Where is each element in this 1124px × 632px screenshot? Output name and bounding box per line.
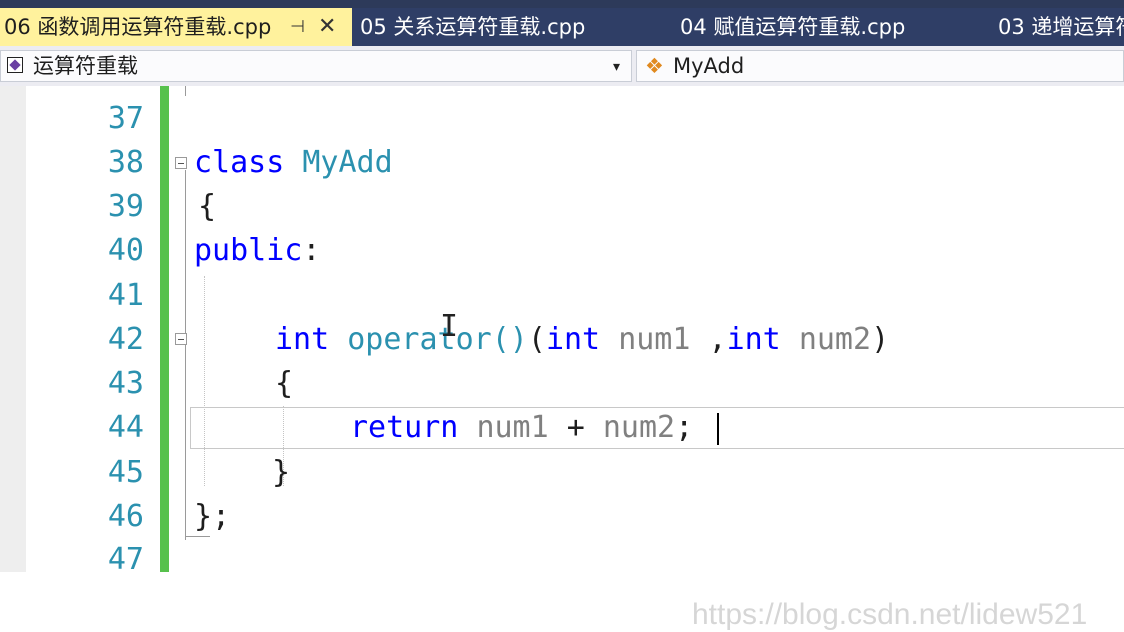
tab-label: 05 关系运算符重载.cpp	[360, 15, 586, 39]
line-number: 38	[107, 145, 144, 180]
tab-label: 06 函数调用运算符重载.cpp	[4, 15, 272, 39]
code-editor[interactable]: 37 38 39 40 41 42 43 44 45 46 47 class M…	[0, 86, 1124, 631]
line-number: 42	[107, 322, 144, 357]
code-line-44: return num1 + num2;	[350, 408, 693, 448]
line-number: 43	[107, 366, 144, 401]
keyword: public	[194, 233, 303, 268]
line-number-gutter: 37 38 39 40 41 42 43 44 45 46 47	[26, 86, 160, 577]
class-member-icon: ❖	[645, 54, 664, 78]
code-line-39: {	[198, 189, 217, 224]
line-number: 46	[107, 499, 144, 534]
punctuation: ;	[675, 410, 694, 445]
variable: num1	[476, 410, 549, 445]
keyword: return	[350, 410, 459, 445]
code-line-38: class MyAdd	[194, 143, 393, 183]
line-number: 40	[107, 233, 144, 268]
tab-label: 04 赋值运算符重载.cpp	[680, 15, 906, 39]
line-number: 45	[107, 455, 144, 490]
line-number: 37	[107, 101, 144, 136]
tab-05-relational-operator[interactable]: 05 关系运算符重载.cpp	[356, 8, 666, 46]
class-name: MyAdd	[302, 145, 393, 180]
line-number: 41	[107, 278, 144, 313]
line-number: 47	[107, 542, 144, 577]
keyword: int	[545, 322, 601, 357]
line-number: 44	[107, 410, 144, 445]
outline-guide	[185, 170, 186, 540]
tab-03-increment-operator[interactable]: 03 递增运算符	[994, 8, 1124, 46]
close-icon[interactable]: ✕	[318, 8, 336, 46]
outline-guide	[185, 86, 186, 96]
punctuation: :	[302, 233, 321, 268]
text-caret	[717, 413, 719, 445]
document-tab-bar: 06 函数调用运算符重载.cpp ⊣ ✕ 05 关系运算符重载.cpp 04 赋…	[0, 8, 1124, 46]
editor-indicator-margin	[0, 86, 26, 572]
ibeam-cursor-icon: I	[440, 309, 459, 344]
scope-label: 运算符重载	[33, 54, 138, 78]
keyword: class	[194, 145, 285, 180]
tab-06-function-call-operator[interactable]: 06 函数调用运算符重载.cpp ⊣ ✕	[0, 8, 352, 46]
keyword: int	[726, 322, 781, 357]
navigation-bar: 运算符重载 ▾ ❖ MyAdd	[0, 46, 1124, 87]
parameter: num1	[618, 322, 691, 357]
class-scope-icon	[7, 57, 23, 73]
change-tracking-bar	[160, 86, 169, 572]
punctuation: ,	[690, 322, 727, 357]
operator: +	[548, 410, 603, 445]
punctuation: )	[871, 322, 890, 357]
indent-guide	[204, 276, 205, 486]
watermark: https://blog.csdn.net/lidew521	[692, 598, 1088, 631]
tab-label: 03 递增运算符	[998, 15, 1124, 39]
title-strip	[0, 0, 1124, 8]
scope-dropdown[interactable]: 运算符重载 ▾	[0, 50, 632, 82]
code-line-45: }	[272, 455, 291, 490]
chevron-down-icon[interactable]: ▾	[613, 53, 620, 81]
line-number: 39	[107, 189, 144, 224]
variable: num2	[602, 410, 676, 445]
member-label: MyAdd	[673, 54, 745, 78]
parameter: num2	[798, 322, 872, 357]
code-line-42: int operator()(int num1 ,int num2)	[275, 320, 889, 360]
code-line-43: {	[275, 366, 294, 401]
tab-04-assignment-operator[interactable]: 04 赋值运算符重载.cpp	[676, 8, 986, 46]
punctuation: (	[527, 322, 546, 357]
member-dropdown[interactable]: ❖ MyAdd	[636, 50, 1124, 82]
pin-icon[interactable]: ⊣	[290, 8, 305, 46]
collapse-toggle-icon[interactable]	[175, 157, 187, 169]
code-line-40: public:	[194, 231, 320, 271]
collapse-toggle-icon[interactable]	[175, 333, 187, 345]
code-line-46: };	[194, 499, 231, 534]
operator-name: operator()	[347, 322, 528, 357]
keyword: int	[275, 322, 330, 357]
